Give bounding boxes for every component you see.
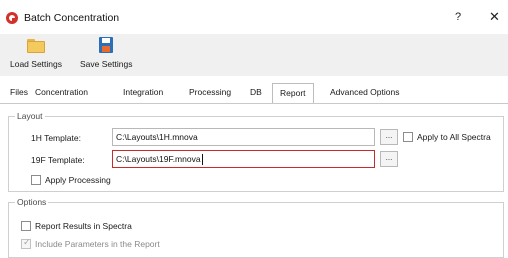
folder-icon bbox=[26, 37, 45, 53]
title-bar: Batch Concentration ? ✕ bbox=[0, 0, 508, 34]
checkmark-icon: ✓ bbox=[23, 237, 31, 247]
layout-group: Layout 1H Template: C:\Layouts\1H.mnova … bbox=[8, 111, 504, 192]
mnova-logo-icon bbox=[6, 12, 18, 24]
text-caret bbox=[201, 154, 203, 166]
include-parameters-checkbox[interactable]: ✓ bbox=[21, 237, 31, 249]
close-button[interactable]: ✕ bbox=[489, 9, 500, 25]
apply-processing-label: Apply Processing bbox=[45, 175, 111, 185]
tab-concentration[interactable]: Concentration bbox=[35, 87, 88, 97]
apply-processing-checkbox[interactable] bbox=[31, 175, 41, 185]
window-title: Batch Concentration bbox=[24, 12, 120, 24]
include-parameters-label: Include Parameters in the Report bbox=[35, 239, 160, 249]
tab-integration[interactable]: Integration bbox=[123, 87, 163, 97]
apply-to-all-spectra-label: Apply to All Spectra bbox=[417, 132, 491, 142]
tab-db[interactable]: DB bbox=[250, 87, 262, 97]
save-settings-label: Save Settings bbox=[80, 59, 133, 69]
load-settings-button[interactable]: Load Settings bbox=[10, 37, 62, 69]
tab-divider bbox=[0, 103, 508, 104]
report-results-label: Report Results in Spectra bbox=[35, 221, 132, 231]
help-button[interactable]: ? bbox=[455, 11, 461, 23]
f19-template-input[interactable]: C:\Layouts\19F.mnova bbox=[112, 150, 375, 168]
tab-files[interactable]: Files bbox=[10, 87, 28, 97]
apply-to-all-spectra-checkbox[interactable] bbox=[403, 132, 413, 142]
floppy-disk-icon bbox=[97, 37, 115, 53]
tab-advanced-options[interactable]: Advanced Options bbox=[330, 87, 399, 97]
tab-bar: Files Concentration Integration Processi… bbox=[0, 83, 508, 104]
report-results-checkbox[interactable] bbox=[21, 221, 31, 231]
f19-template-label: 19F Template: bbox=[31, 155, 85, 165]
h1-template-browse-button[interactable]: ... bbox=[380, 129, 398, 145]
layout-group-legend: Layout bbox=[15, 111, 45, 121]
tab-processing[interactable]: Processing bbox=[189, 87, 231, 97]
f19-template-browse-button[interactable]: ... bbox=[380, 151, 398, 167]
options-group-legend: Options bbox=[15, 197, 49, 207]
options-group: Options Report Results in Spectra ✓ Incl… bbox=[8, 197, 504, 258]
f19-template-value: C:\Layouts\19F.mnova bbox=[116, 154, 201, 164]
toolbar: Load Settings Save Settings bbox=[0, 34, 508, 76]
tab-report[interactable]: Report bbox=[272, 83, 314, 104]
save-settings-button[interactable]: Save Settings bbox=[80, 37, 132, 69]
h1-template-input[interactable]: C:\Layouts\1H.mnova bbox=[112, 128, 375, 146]
load-settings-label: Load Settings bbox=[10, 59, 62, 69]
h1-template-label: 1H Template: bbox=[31, 133, 81, 143]
